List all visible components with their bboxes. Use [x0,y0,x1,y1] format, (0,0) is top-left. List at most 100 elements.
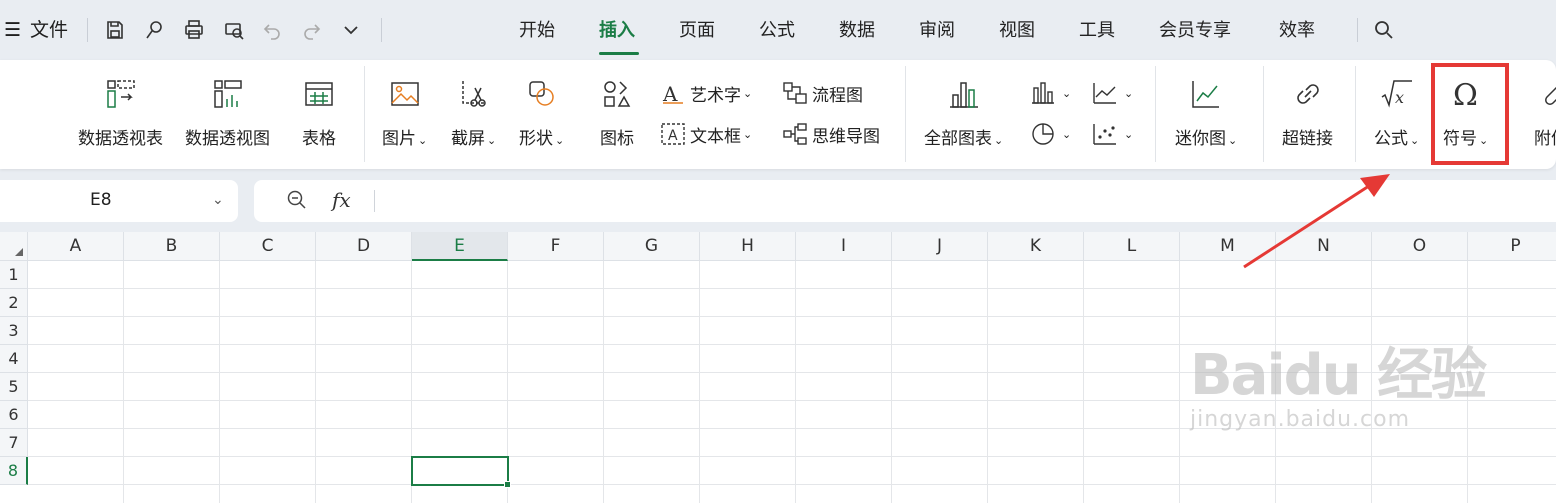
icons-icon [597,74,637,114]
column-chart-button[interactable]: ⌄ [1030,80,1071,106]
screenshot-button[interactable]: 截屏 ⌄ [451,74,496,149]
redo-icon[interactable] [298,16,326,44]
row-header-8[interactable]: 8 [0,457,28,485]
tab-page[interactable]: 页面 [679,17,715,45]
column-header-e[interactable]: E [412,232,508,261]
grid-line [1275,261,1276,503]
picture-button[interactable]: 图片 ⌄ [382,74,427,149]
column-header-m[interactable]: M [1180,232,1276,261]
attachment-button[interactable]: 附件 [1534,74,1556,149]
column-header-h[interactable]: H [700,232,796,261]
shape-label: 形状 [519,129,553,149]
scissors-icon [454,74,494,114]
table-button[interactable]: 表格 [299,74,339,149]
formula-button[interactable]: x 公式 ⌄ [1374,74,1419,149]
column-header-n[interactable]: N [1276,232,1372,261]
column-header-g[interactable]: G [604,232,700,261]
row-header-3[interactable]: 3 [0,317,28,345]
pivot-table-button[interactable]: 数据透视表 [78,74,163,149]
selected-cell-e8[interactable] [411,456,511,488]
tab-formulas[interactable]: 公式 [759,17,795,45]
line-chart-icon [1093,83,1116,104]
column-header-p[interactable]: P [1468,232,1556,261]
row-header-5[interactable]: 5 [0,373,28,401]
row-header-1[interactable]: 1 [0,261,28,289]
grid-line [1467,261,1468,503]
divider [1263,66,1264,162]
fx-icon[interactable]: fx [332,188,351,212]
all-charts-button[interactable]: 全部图表 ⌄ [924,74,1003,149]
search-icon[interactable] [1370,16,1398,44]
file-menu[interactable]: 文件 [30,16,68,44]
pivot-chart-button[interactable]: 数据透视图 [185,74,270,149]
format-painter-icon[interactable] [140,16,168,44]
picture-label: 图片 [382,129,416,149]
flowchart-button[interactable]: 流程图 [782,80,863,106]
sparkline-label: 迷你图 [1175,129,1226,149]
column-header-f[interactable]: F [508,232,604,261]
chevron-down-icon[interactable] [337,16,365,44]
pivot-table-icon [101,74,141,114]
spreadsheet-grid[interactable]: ABCDEFGHIJKLMNOP 12345678 [0,232,1556,503]
chevron-down-icon: ⌄ [743,127,753,141]
column-header-a[interactable]: A [28,232,124,261]
tab-insert[interactable]: 插入 [599,17,635,45]
column-header-c[interactable]: C [220,232,316,261]
symbol-highlight-box [1431,63,1509,165]
column-header-b[interactable]: B [124,232,220,261]
shape-button[interactable]: 形状 ⌄ [519,74,564,149]
tab-member[interactable]: 会员专享 [1159,17,1231,45]
grid-line [987,261,988,503]
chevron-down-icon: ⌄ [1124,86,1134,100]
row-header-4[interactable]: 4 [0,345,28,373]
print-preview-icon[interactable] [220,16,248,44]
bar-chart-icon [944,74,984,114]
sparkline-button[interactable]: 迷你图 ⌄ [1175,74,1237,149]
column-header-l[interactable]: L [1084,232,1180,261]
tab-tools[interactable]: 工具 [1079,17,1115,45]
divider [905,66,906,162]
pie-chart-button[interactable]: ⌄ [1030,121,1071,147]
picture-icon [385,74,425,114]
column-header-i[interactable]: I [796,232,892,261]
zoom-icon[interactable] [286,189,308,216]
tab-view[interactable]: 视图 [999,17,1035,45]
row-header-2[interactable]: 2 [0,289,28,317]
row-header-7[interactable]: 7 [0,429,28,457]
svg-text:x: x [1395,88,1404,107]
column-header-j[interactable]: J [892,232,988,261]
hyperlink-button[interactable]: 超链接 [1282,74,1333,149]
column-header-o[interactable]: O [1372,232,1468,261]
print-icon[interactable] [180,16,208,44]
row-header-6[interactable]: 6 [0,401,28,429]
save-icon[interactable] [101,16,129,44]
name-box[interactable]: E8 ⌄ [0,180,238,222]
textbox-icon: A [661,123,685,145]
sparkline-icon [1186,74,1226,114]
chevron-down-icon: ⌄ [1062,127,1072,141]
sqrt-icon: x [1377,74,1417,114]
column-header-d[interactable]: D [316,232,412,261]
mindmap-icon [783,123,807,145]
formula-bar[interactable]: fx [254,180,1556,222]
icon-button[interactable]: 图标 [597,74,637,149]
tab-review[interactable]: 审阅 [919,17,955,45]
wordart-button[interactable]: A 艺术字 ⌄ [660,80,752,106]
line-chart-button[interactable]: ⌄ [1092,80,1133,106]
paperclip-icon [1534,74,1556,114]
table-icon [299,74,339,114]
chevron-down-icon[interactable]: ⌄ [212,192,224,208]
tab-data[interactable]: 数据 [839,17,875,45]
tab-efficiency[interactable]: 效率 [1279,17,1315,45]
select-all-corner[interactable] [0,232,28,261]
scatter-chart-button[interactable]: ⌄ [1092,121,1133,147]
chevron-down-icon: ⌄ [555,134,565,147]
column-header-k[interactable]: K [988,232,1084,261]
chevron-down-icon: ⌄ [1228,134,1238,147]
hamburger-icon[interactable]: ☰ [4,16,21,44]
attachment-label: 附件 [1534,129,1556,149]
undo-icon[interactable] [258,16,286,44]
mindmap-button[interactable]: 思维导图 [782,121,880,147]
textbox-button[interactable]: A 文本框 ⌄ [660,121,752,147]
tab-home[interactable]: 开始 [519,17,555,45]
